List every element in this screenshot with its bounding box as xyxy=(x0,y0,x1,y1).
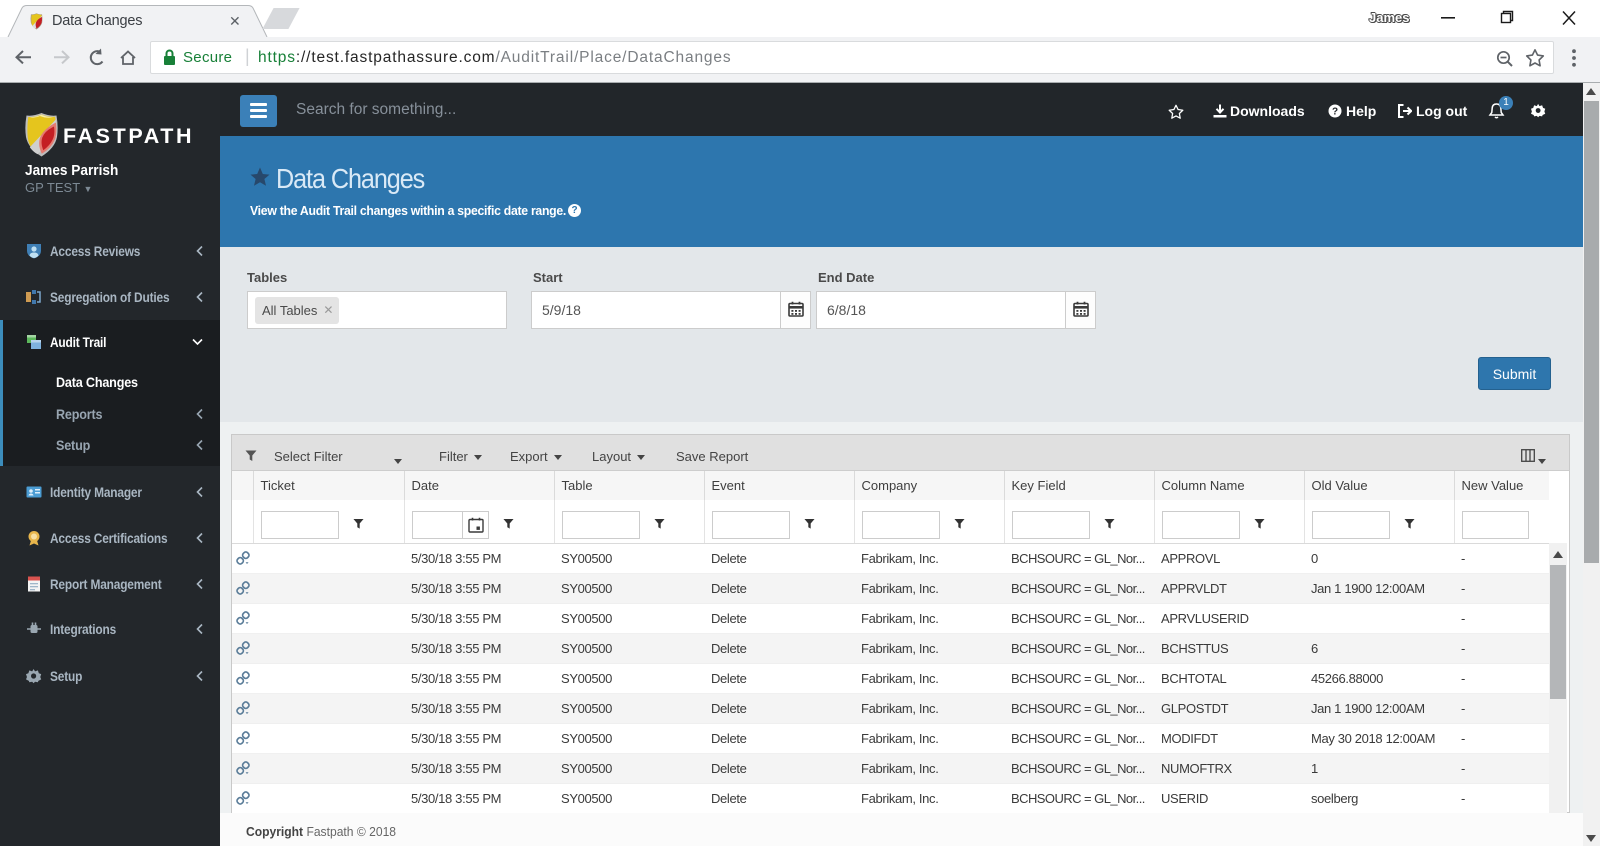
svg-text:?: ? xyxy=(1332,107,1338,118)
